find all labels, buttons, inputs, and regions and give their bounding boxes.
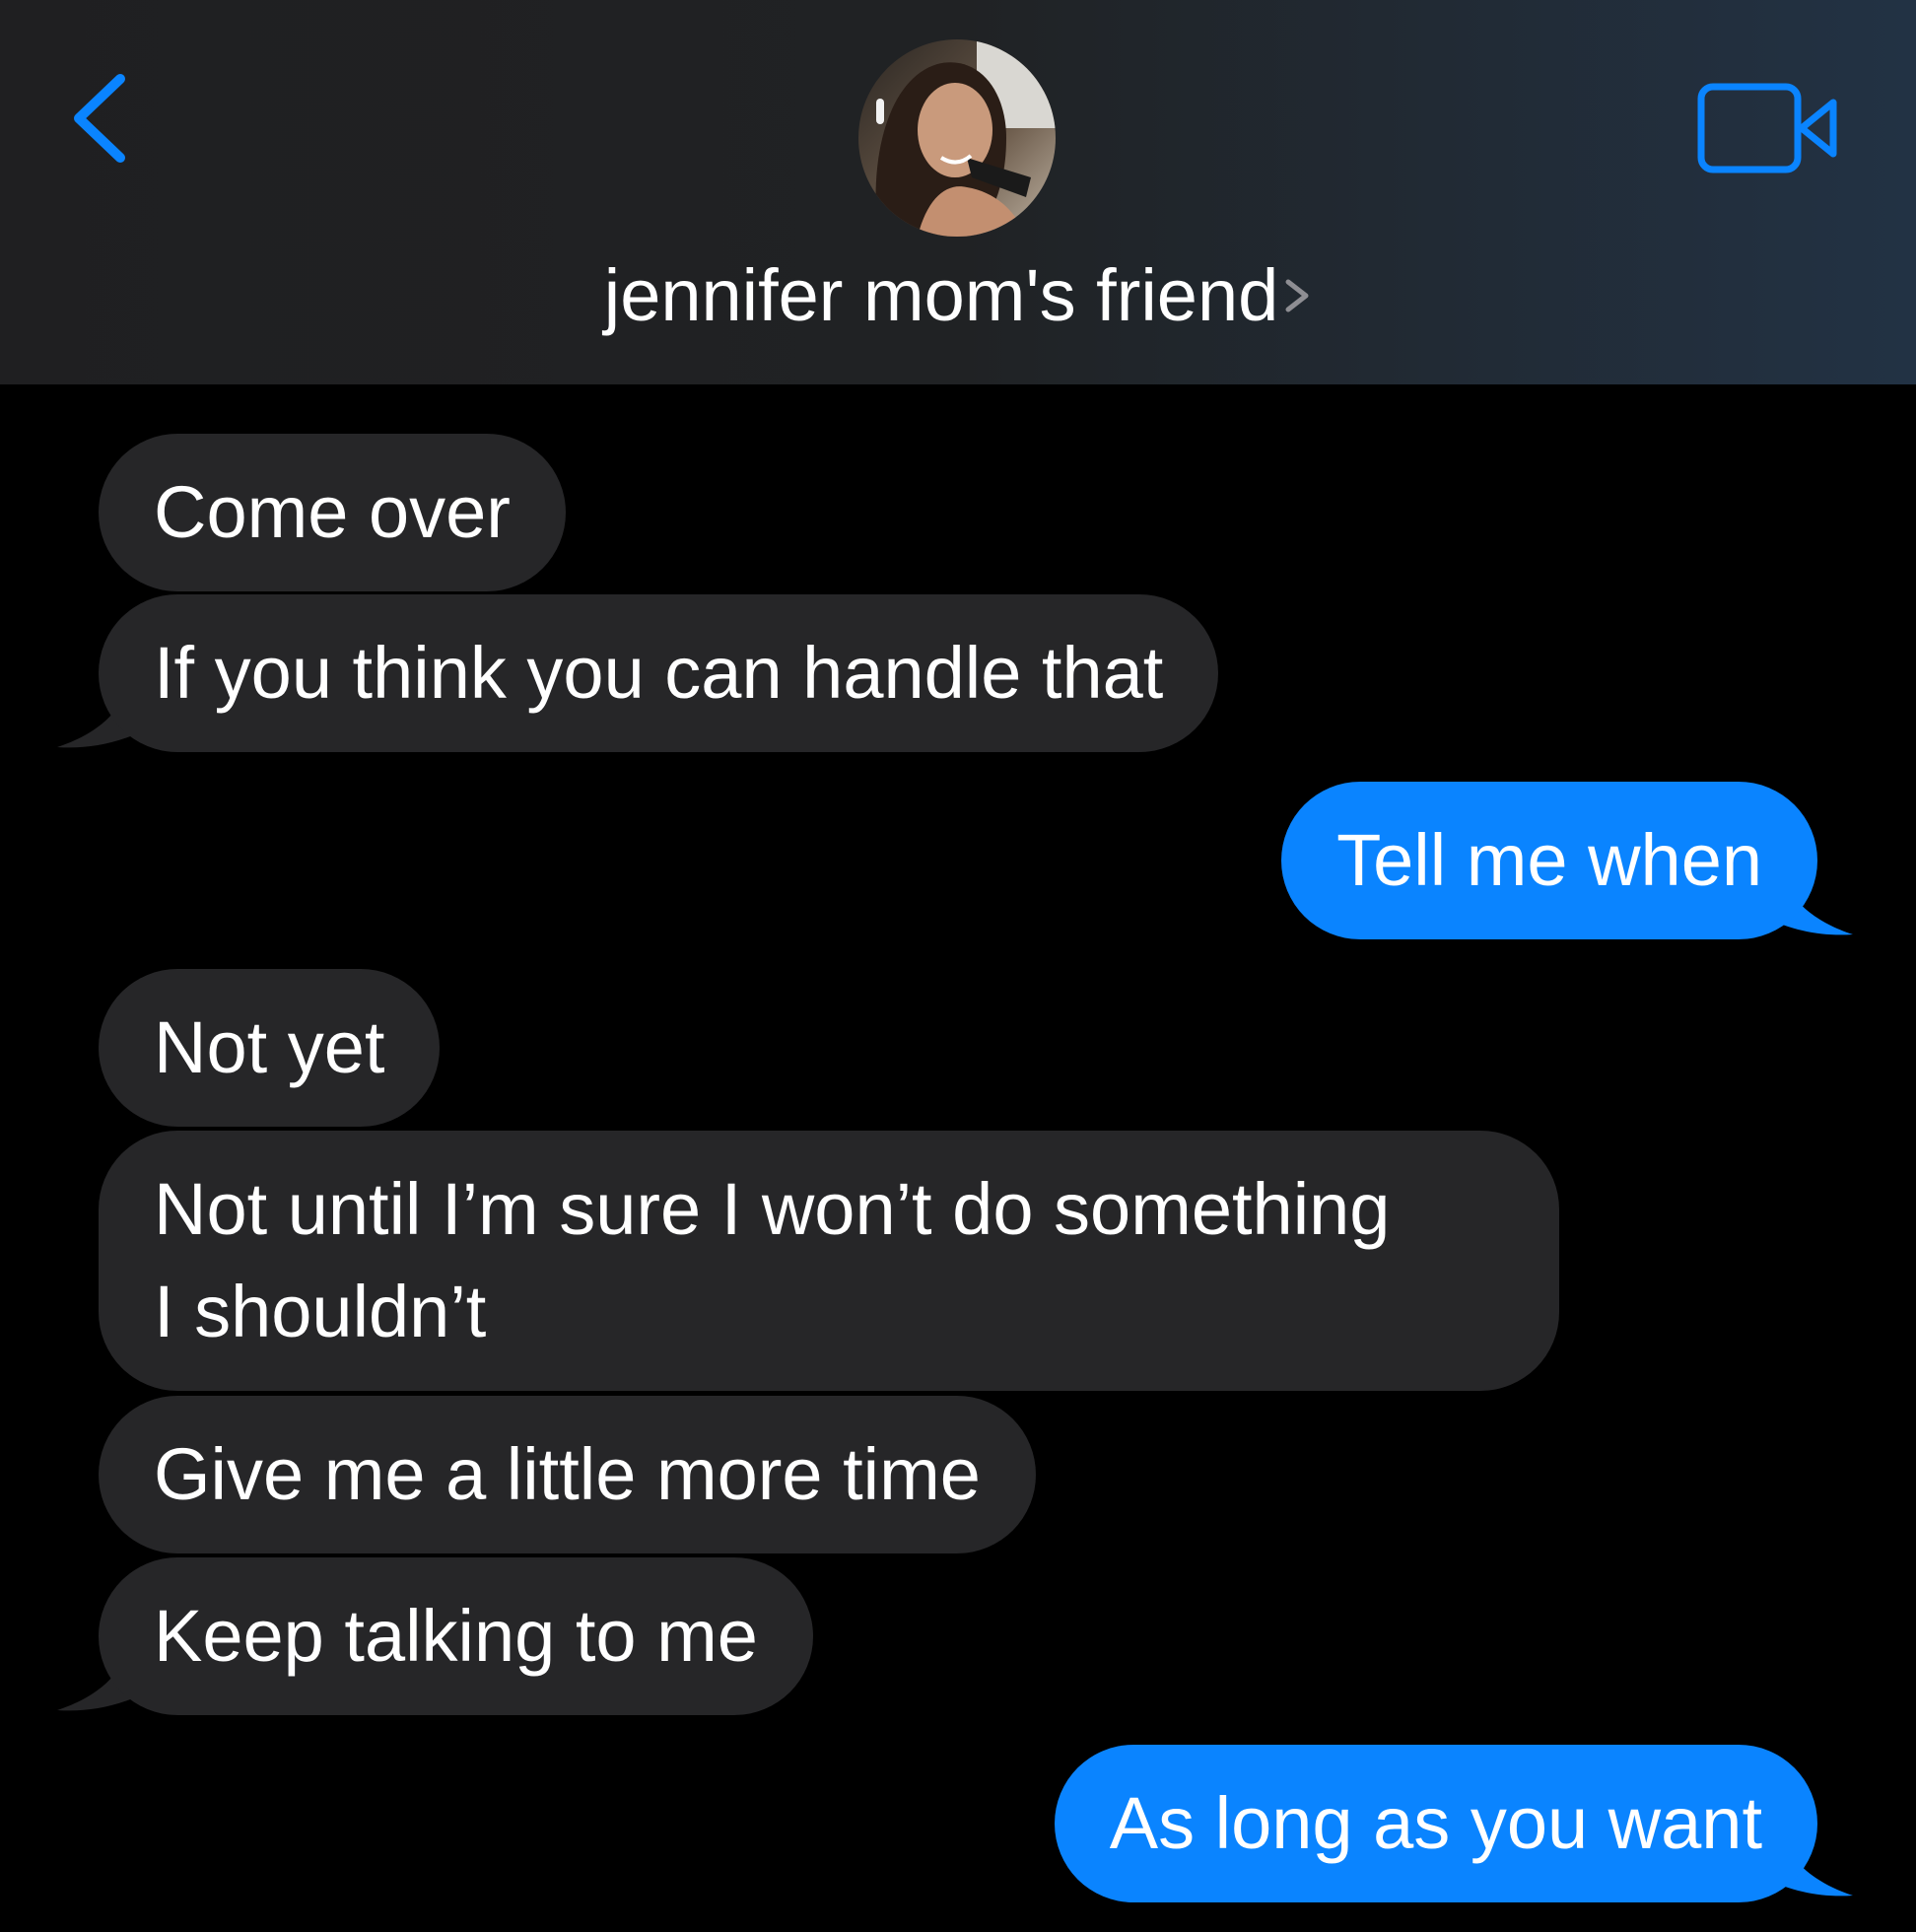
message-text: Give me a little more time bbox=[154, 1433, 981, 1515]
message-text: Keep talking to me bbox=[154, 1595, 758, 1677]
message-bubble-incoming[interactable]: Not until I’m sure I won’t do something … bbox=[99, 1131, 1559, 1391]
message-bubble-incoming[interactable]: Give me a little more time bbox=[99, 1396, 1036, 1553]
message-bubble-outgoing[interactable]: As long as you want bbox=[1054, 1745, 1817, 1902]
avatar-photo bbox=[858, 39, 1056, 237]
message-text: Come over bbox=[154, 471, 511, 553]
contact-avatar[interactable] bbox=[858, 39, 1056, 237]
contact-name-button[interactable]: jennifer mom's friend bbox=[0, 251, 1916, 345]
message-text: If you think you can handle that bbox=[154, 632, 1164, 714]
chevron-left-icon bbox=[74, 74, 125, 163]
message-text: Not yet bbox=[154, 1006, 385, 1088]
message-bubble-outgoing[interactable]: Tell me when bbox=[1281, 782, 1817, 939]
message-text-line: I shouldn’t bbox=[154, 1271, 487, 1352]
message-bubble-incoming[interactable]: Come over bbox=[99, 434, 566, 591]
message-bubble-incoming[interactable]: Keep talking to me bbox=[99, 1557, 813, 1715]
contact-name: jennifer mom's friend bbox=[603, 254, 1279, 336]
message-bubble-incoming[interactable]: Not yet bbox=[99, 969, 441, 1127]
message-text: As long as you want bbox=[1109, 1782, 1762, 1864]
message-text-line: Not until I’m sure I won’t do something bbox=[154, 1168, 1391, 1250]
message-text: Tell me when bbox=[1336, 819, 1762, 901]
chat-header: jennifer mom's friend bbox=[0, 0, 1916, 384]
back-button[interactable] bbox=[59, 69, 138, 168]
video-call-button[interactable] bbox=[1693, 79, 1841, 177]
chevron-right-icon bbox=[1282, 256, 1312, 345]
video-camera-icon bbox=[1697, 83, 1837, 173]
message-bubble-incoming[interactable]: If you think you can handle that bbox=[99, 594, 1219, 752]
